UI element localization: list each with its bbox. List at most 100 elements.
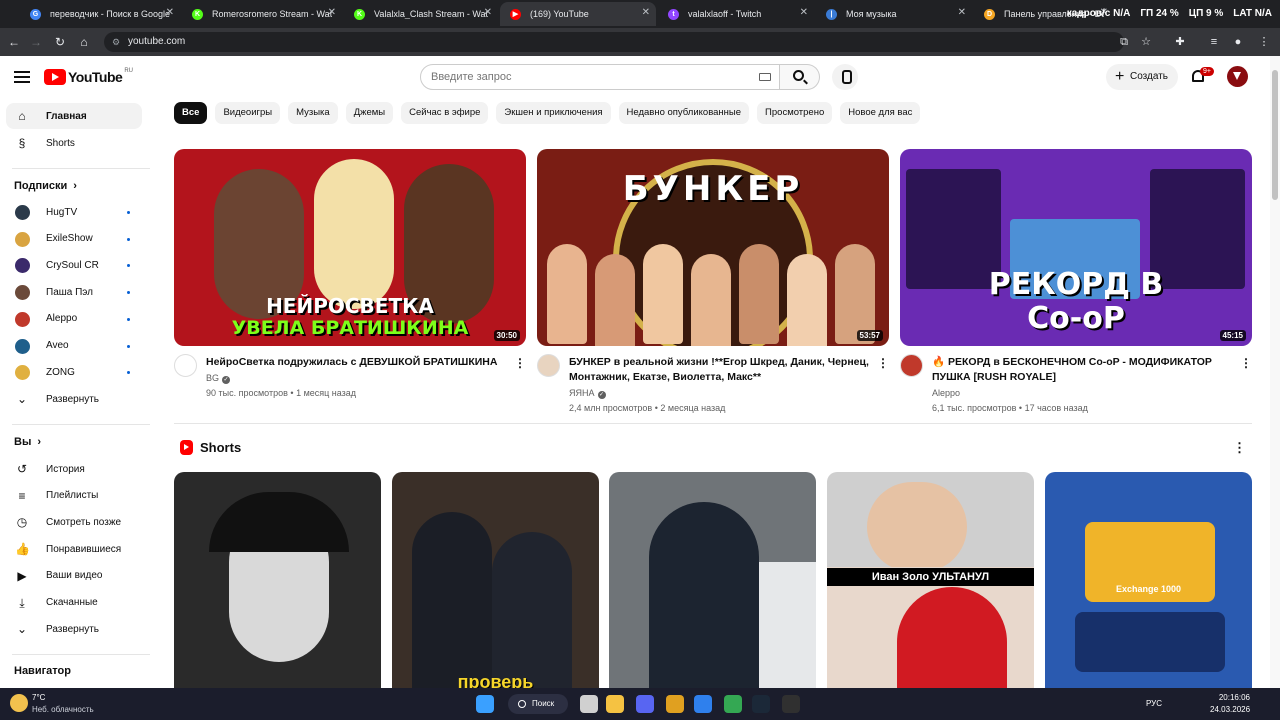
sidebar-item-home[interactable]: ⌂ Главная [6, 103, 142, 129]
clock-time[interactable]: 20:16:06 [1214, 693, 1250, 702]
subscription-item[interactable]: Aveo [6, 333, 142, 359]
reload-icon[interactable]: ↻ [52, 34, 68, 50]
profile-icon[interactable]: ● [1230, 34, 1246, 50]
video-thumbnail[interactable]: БУНКЕР 53:57 [537, 149, 889, 346]
sidebar-item-history[interactable]: ↺ История [6, 456, 142, 482]
browser-tab[interactable]: | Моя музыка ✕ [816, 2, 972, 26]
channel-avatar[interactable] [174, 354, 197, 377]
short-card[interactable]: Exchange 1000 [1045, 472, 1252, 688]
keyboard-icon[interactable] [759, 73, 771, 81]
voice-search-icon[interactable] [832, 64, 858, 90]
sidebar-item-shorts[interactable]: § Shorts [6, 130, 142, 156]
create-button[interactable]: + Создать [1106, 64, 1178, 90]
video-menu-icon[interactable]: ⋮ [1240, 356, 1252, 370]
video-title[interactable]: 🔥 РЕКОРД в БЕСКОНЕЧНОМ Co-oP - МОДИФИКАТ… [932, 355, 1232, 385]
search-button[interactable] [780, 64, 820, 90]
short-card[interactable]: проверь [392, 472, 599, 688]
video-title[interactable]: НейроСветка подружилась с ДЕВУШКОЙ БРАТИ… [206, 355, 506, 370]
page-scrollbar[interactable] [1270, 56, 1280, 688]
you-heading[interactable]: Вы › [14, 436, 41, 448]
video-menu-icon[interactable]: ⋮ [877, 356, 889, 370]
short-card[interactable]: Иван Золо УЛЬТАНУЛ [827, 472, 1034, 688]
filter-chip[interactable]: Музыка [288, 102, 338, 124]
subscription-item[interactable]: Паша Пэл [6, 279, 142, 305]
filter-chip[interactable]: Джемы [345, 102, 394, 124]
filter-chip[interactable]: Видеоигры [215, 102, 281, 124]
account-avatar[interactable] [1227, 66, 1248, 87]
bookmark-star-icon[interactable]: ☆ [1138, 34, 1154, 50]
video-thumbnail[interactable]: РЕКОРД В Co-oP 45:15 [900, 149, 1252, 346]
url-field[interactable]: ⚙ youtube.com [104, 32, 1124, 52]
clock-date[interactable]: 24.03.2026 [1210, 705, 1250, 714]
channel-avatar[interactable] [537, 354, 560, 377]
video-card[interactable]: БУНКЕР 53:57 БУНКЕР в реальной жизни !**Ег… [537, 149, 889, 413]
forward-icon[interactable]: → [28, 34, 44, 50]
browser-tab[interactable]: ▶ (169) YouTube ✕ [500, 2, 656, 26]
browser-tab[interactable]: t valalxlaoff - Twitch ✕ [658, 2, 814, 26]
back-icon[interactable]: ← [6, 34, 22, 50]
filter-chip[interactable]: Недавно опубликованные [618, 102, 750, 124]
video-title[interactable]: БУНКЕР в реальной жизни !**Егор Шкред, Д… [569, 355, 869, 385]
browser-tab[interactable]: Gпереводчик - Поиск в Google ✕ [20, 2, 180, 26]
tab-close-icon[interactable]: ✕ [484, 7, 492, 18]
extensions-icon[interactable]: ✚ [1172, 34, 1188, 50]
sidebar-item-your-videos[interactable]: ▶ Ваши видео [6, 563, 142, 589]
sidebar-item-playlists[interactable]: ≡ Плейлисты [6, 483, 142, 509]
site-info-icon[interactable]: ⚙ [112, 32, 120, 52]
reading-list-icon[interactable]: ≡ [1206, 34, 1222, 50]
tab-close-icon[interactable]: ✕ [642, 7, 650, 18]
expand-subscriptions[interactable]: ⌄ Развернуть [6, 386, 142, 412]
filter-chip[interactable]: Просмотрено [757, 102, 833, 124]
scrollbar-thumb[interactable] [1272, 70, 1278, 200]
tab-close-icon[interactable]: ✕ [958, 7, 966, 18]
channel-name[interactable]: BG ✓ [206, 371, 231, 385]
obs-icon[interactable] [782, 695, 800, 713]
video-card[interactable]: РЕКОРД В Co-oP 45:15 🔥 РЕКОРД в БЕСКОНЕЧНОМ… [900, 149, 1252, 413]
browser-tab[interactable]: K Valalxla_Clash Stream - Watch L✕ [344, 2, 498, 26]
steam-icon[interactable] [752, 695, 770, 713]
video-menu-icon[interactable]: ⋮ [514, 356, 526, 370]
subscription-item[interactable]: ExileShow [6, 226, 142, 252]
filter-chip[interactable]: Сейчас в эфире [401, 102, 489, 124]
search-input[interactable]: Введите запрос [420, 64, 780, 90]
tab-close-icon[interactable]: ✕ [800, 7, 808, 18]
app-icon[interactable] [666, 695, 684, 713]
browser-menu-icon[interactable]: ⋮ [1256, 34, 1272, 50]
subscriptions-heading[interactable]: Подписки › [14, 180, 77, 192]
expand-you[interactable]: ⌄ Развернуть [6, 616, 142, 642]
file-explorer-icon[interactable] [606, 695, 624, 713]
shorts-menu-icon[interactable]: ⋮ [1233, 440, 1246, 456]
filter-chip[interactable]: Новое для вас [840, 102, 921, 124]
mail-icon[interactable] [694, 695, 712, 713]
video-thumbnail[interactable]: НЕЙРОСВЕТКА УВЕЛА БРАТИШКИНА 30:50 [174, 149, 526, 346]
sidebar-item-watch-later[interactable]: ◷ Смотреть позже [6, 509, 142, 535]
browser-tab[interactable]: K Romerosromero Stream - Watch ✕ [182, 2, 342, 26]
taskbar-search[interactable]: Поиск [508, 694, 568, 714]
sidebar-item-liked[interactable]: 👍 Понравившиеся [6, 536, 142, 562]
subscription-item[interactable]: Aleppo [6, 306, 142, 332]
youtube-logo[interactable]: YouTube RU [44, 68, 133, 85]
subscription-item[interactable]: CrySoul CR [6, 252, 142, 278]
home-page-icon[interactable]: ⌂ [76, 34, 92, 50]
windows-start-icon[interactable] [476, 695, 494, 713]
tab-close-icon[interactable]: ✕ [328, 7, 336, 18]
chrome-icon[interactable] [724, 695, 742, 713]
channel-name[interactable]: ЯЯНА ✓ [569, 386, 606, 400]
tab-close-icon[interactable]: ✕ [166, 7, 174, 18]
channel-name[interactable]: Aleppo [932, 386, 960, 400]
discord-icon[interactable] [636, 695, 654, 713]
task-view-icon[interactable] [580, 695, 598, 713]
subscription-item[interactable]: ZONG [6, 359, 142, 385]
filter-chip[interactable]: Все [174, 102, 208, 124]
short-card[interactable] [609, 472, 816, 688]
filter-chip[interactable]: Экшен и приключения [496, 102, 611, 124]
weather-icon[interactable] [10, 694, 28, 712]
video-card[interactable]: НЕЙРОСВЕТКА УВЕЛА БРАТИШКИНА 30:50 НейроСве… [174, 149, 526, 398]
guide-menu-icon[interactable] [14, 68, 30, 84]
channel-avatar[interactable] [900, 354, 923, 377]
input-language[interactable]: РУС [1146, 699, 1162, 708]
sidebar-item-downloads[interactable]: ⤓ Скачанные [6, 590, 142, 616]
short-card[interactable] [174, 472, 381, 688]
subscription-item[interactable]: HugTV [6, 199, 142, 225]
install-app-icon[interactable]: ⧉ [1116, 34, 1132, 50]
